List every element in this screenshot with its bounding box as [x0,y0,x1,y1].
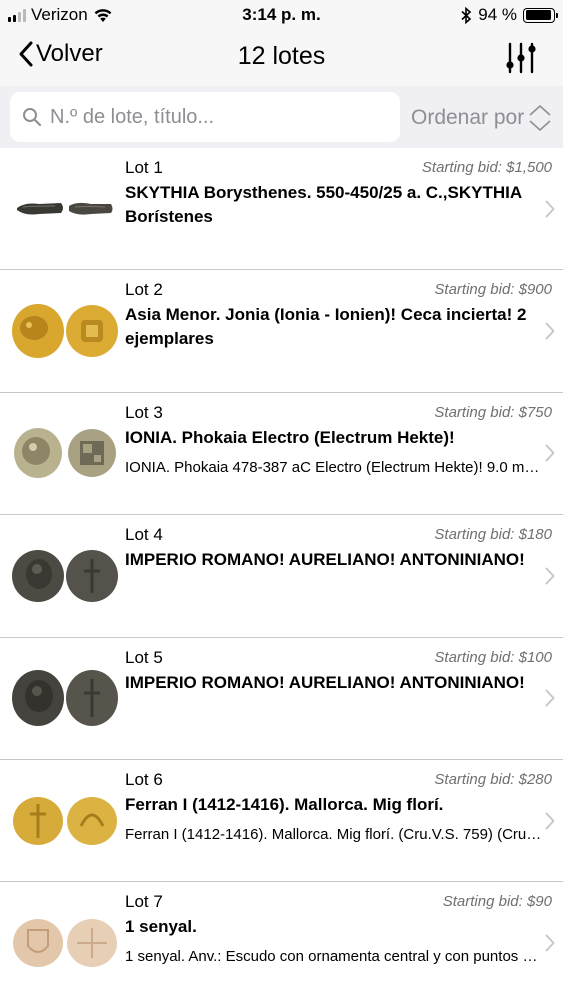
electrum-coin-image [14,428,116,479]
bronze-coin-image [12,670,118,727]
chevron-right-icon [545,322,555,340]
chevron-right-icon [545,567,555,585]
lot-number: Lot 2 [125,280,163,300]
battery-group: 94 % [461,5,558,25]
list-item[interactable]: Lot 6 Starting bid: $280 Ferran I (1412-… [0,759,563,883]
chevron-right-icon [545,689,555,707]
lot-number: Lot 1 [125,158,163,177]
list-item[interactable]: Lot 4 Starting bid: $180 IMPERIO ROMANO!… [0,515,563,638]
starting-bid: Starting bid: $280 [434,770,552,788]
status-bar: Verizon 3:14 p. m. 94 % [0,0,563,30]
starting-bid: Starting bid: $180 [434,526,552,544]
battery-icon [523,7,558,23]
starting-bid: Starting bid: $100 [434,648,552,666]
starting-bid: Starting bid: $90 [442,893,552,911]
gold-florin-coin-image [13,796,117,845]
lot-thumbnail [10,515,120,636]
lot-thumbnail [10,760,120,881]
lot-number: Lot 6 [125,769,163,789]
navigation-bar: Volver 12 lotes [0,30,563,86]
lot-list: Lot 1 Starting bid: $1,500 SKYTHIA Borys… [0,148,563,1000]
chevron-right-icon [545,934,555,952]
pale-coin-image [13,919,117,968]
lot-title: SKYTHIA Borysthenes. 550-450/25 a. C.,SK… [125,183,522,226]
search-input[interactable] [50,105,380,129]
lot-thumbnail [10,882,120,1000]
list-item[interactable]: Lot 1 Starting bid: $1,500 SKYTHIA Borys… [0,148,563,271]
lot-number: Lot 4 [125,525,163,545]
list-item[interactable]: Lot 2 Starting bid: $900 Asia Menor. Jon… [0,270,563,393]
lot-title: 1 senyal. [125,917,197,937]
chevron-right-icon [545,200,555,218]
lot-number: Lot 3 [125,402,163,422]
chevron-right-icon [545,444,555,462]
lot-description: IONIA. Phokaia 478-387 aC Electro (Elect… [125,458,545,476]
search-bar-row: Ordenar por [0,86,563,148]
lot-title: IMPERIO ROMANO! AURELIANO! ANTONINIANO! [125,672,525,692]
gold-coin-image [12,304,118,359]
sort-updown-icon [529,105,551,131]
lot-number: Lot 5 [125,647,163,667]
bronze-coin-image [12,549,118,602]
lot-description: 1 senyal. Anv.: Escudo con ornamenta cen… [125,948,545,966]
lot-thumbnail [10,638,120,759]
list-item[interactable]: Lot 3 Starting bid: $750 IONIA. Phokaia … [0,392,563,516]
search-icon [23,108,41,126]
list-item[interactable]: Lot 5 Starting bid: $100 IMPERIO ROMANO!… [0,637,563,760]
chevron-right-icon [545,812,555,830]
arrowhead-coin-image [17,202,113,215]
lot-thumbnail [10,148,120,269]
search-field[interactable] [10,92,400,142]
starting-bid: Starting bid: $1,500 [421,159,552,176]
lot-title: IONIA. Phokaia Electro (Electrum Hekte)! [125,427,455,447]
starting-bid: Starting bid: $900 [434,281,552,299]
lot-number: Lot 7 [125,892,163,912]
battery-level [525,10,551,20]
sort-button[interactable]: Ordenar por [411,104,552,132]
lot-thumbnail [10,393,120,514]
bluetooth-icon [461,6,472,24]
lot-thumbnail [10,270,120,391]
lot-description: Ferran I (1412-1416). Mallorca. Mig flor… [125,825,545,843]
page-title: 12 lotes [237,42,326,70]
starting-bid: Starting bid: $750 [434,403,552,421]
battery-percentage: 94 % [478,5,517,24]
sort-label: Ordenar por [411,106,525,129]
lot-title: IMPERIO ROMANO! AURELIANO! ANTONINIANO! [125,550,525,570]
list-item[interactable]: Lot 7 Starting bid: $90 1 senyal. 1 seny… [0,882,563,1000]
filter-sliders-icon[interactable] [501,38,541,78]
lot-title: Asia Menor. Jonia (Ionia - Ionien)! Ceca… [125,305,527,349]
lot-title: Ferran I (1412-1416). Mallorca. Mig flor… [125,794,444,814]
